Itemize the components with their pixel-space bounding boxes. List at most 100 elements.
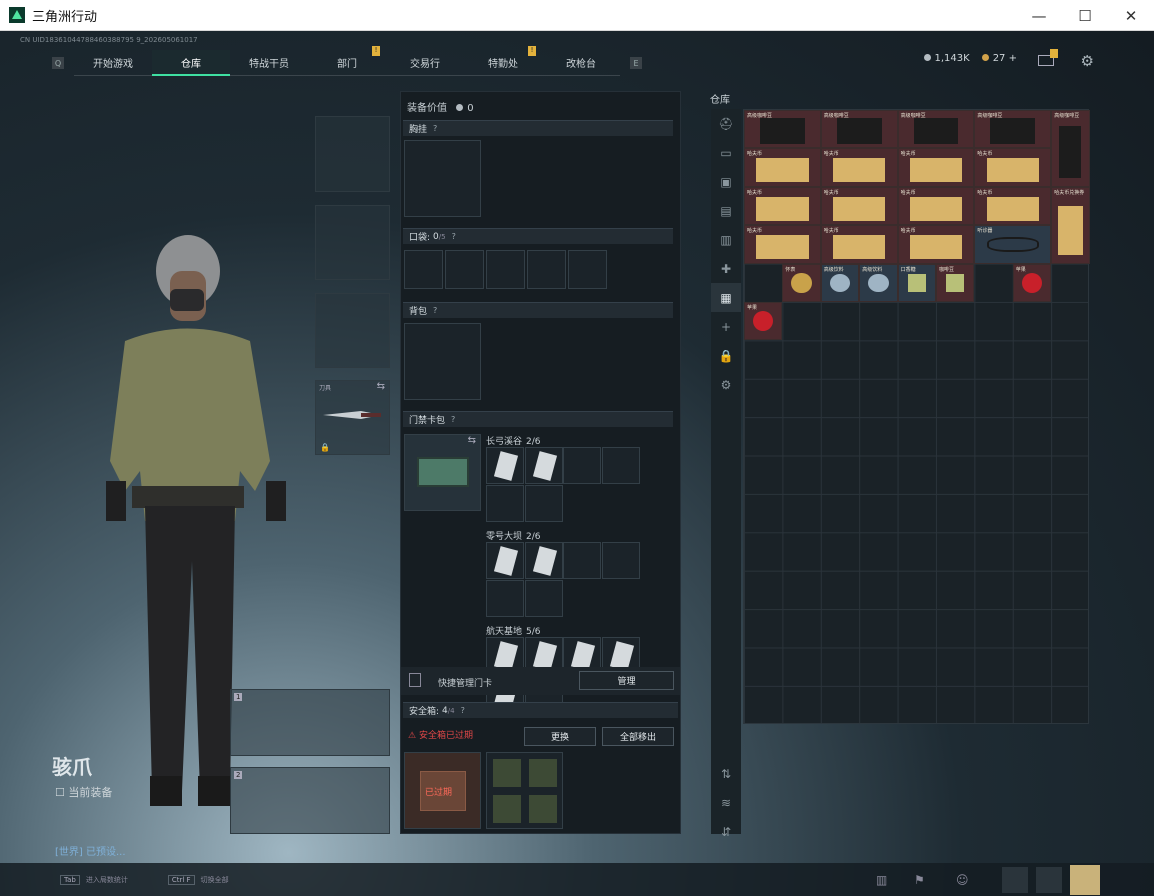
backpack-filter-icon[interactable]: ▤ <box>711 196 741 225</box>
help-icon[interactable]: ? <box>461 706 465 715</box>
helmet-slot[interactable] <box>315 116 390 192</box>
keycard-slot[interactable] <box>486 447 524 484</box>
armor-filter-icon[interactable]: ▣ <box>711 167 741 196</box>
keycard-slot[interactable] <box>601 542 640 579</box>
stash-item[interactable]: 高级咖啡豆 <box>1051 110 1090 187</box>
keycard-slot[interactable] <box>524 485 563 522</box>
current-equipment-toggle[interactable]: ☐ 当前装备 <box>55 784 112 800</box>
weapon-slot-1[interactable]: 1 <box>230 689 390 756</box>
keycard-slot[interactable] <box>486 580 524 617</box>
pistol-slot[interactable] <box>315 293 390 368</box>
stash-item[interactable]: 哈夫币 <box>820 225 898 264</box>
stash-item[interactable]: 怀表 <box>782 263 821 302</box>
stash-item[interactable]: 哈夫币 <box>744 148 821 187</box>
keycard-slot[interactable] <box>524 542 563 579</box>
tab-5[interactable]: 特勤处! <box>464 46 542 76</box>
stash-item[interactable]: 咖啡豆 <box>936 263 975 302</box>
stash-item[interactable]: 苹果 <box>744 302 783 341</box>
keycard-slot[interactable] <box>486 542 524 579</box>
stash-item[interactable]: 哈夫币 <box>974 186 1052 226</box>
coin-currency[interactable]: 27 + <box>981 53 1017 64</box>
friends-icon[interactable]: ☺ <box>956 873 969 887</box>
nav-next-key[interactable]: E <box>630 57 642 69</box>
arrange-icon[interactable]: ⇵ <box>711 817 741 846</box>
pocket-slot[interactable] <box>527 250 566 289</box>
pocket-slot[interactable] <box>445 250 484 289</box>
maximize-button[interactable]: ☐ <box>1062 0 1108 31</box>
keycard-slot[interactable] <box>563 542 601 579</box>
help-icon[interactable]: ? <box>452 232 456 241</box>
keycard-slot[interactable] <box>601 447 640 484</box>
stash-grid[interactable]: 高级咖啡豆 高级咖啡豆 高级咖啡豆 高级咖啡豆 高级咖啡豆 哈夫币 哈夫币 哈夫币 哈夫币 哈夫币… <box>743 109 1090 724</box>
helmet-filter-icon[interactable]: ⛑ <box>711 109 741 138</box>
stash-item[interactable]: 哈夫币 <box>897 148 975 187</box>
help-icon[interactable]: ? <box>433 124 437 133</box>
tab-2[interactable]: 特战干员 <box>230 50 308 76</box>
replace-safe-button[interactable]: 更换 <box>524 727 596 746</box>
add-icon[interactable]: + <box>711 312 741 341</box>
team-slot[interactable] <box>1002 866 1028 893</box>
safe-box-slot[interactable]: 已过期 <box>404 752 481 829</box>
keycard-slot[interactable] <box>524 580 563 617</box>
avatar[interactable] <box>1070 864 1100 895</box>
keycard-case-slot[interactable]: ⇆ <box>404 434 481 511</box>
help-icon[interactable]: ? <box>451 415 455 424</box>
knife-slot[interactable]: 刀具 ⇆ 🔒 <box>315 380 390 455</box>
lock-icon[interactable]: 🔒 <box>711 341 741 370</box>
tab-1[interactable]: 仓库 <box>152 50 230 76</box>
chest-rig-slot[interactable] <box>404 140 481 217</box>
tab-6[interactable]: 改枪台 <box>542 50 620 76</box>
stash-item[interactable]: 高级饮料 <box>820 263 860 302</box>
weapon-slot-2[interactable]: 2 <box>230 767 390 834</box>
weapon-filter-icon[interactable]: ▭ <box>711 138 741 167</box>
sort-icon[interactable]: ⇅ <box>711 759 741 788</box>
pocket-slot[interactable] <box>568 250 607 289</box>
world-chat-line[interactable]: [世界] 已预设... <box>55 843 126 858</box>
stash-item[interactable]: 哈夫币 <box>820 148 898 187</box>
stash-item[interactable]: 苹果 <box>1012 263 1052 302</box>
stash-item[interactable]: 哈夫币 <box>744 186 821 226</box>
move-all-button[interactable]: 全部移出 <box>602 727 674 746</box>
ammo-filter-icon[interactable]: ▥ <box>711 225 741 254</box>
collection-filter-icon[interactable]: ▦ <box>711 283 741 312</box>
tab-3[interactable]: 部门! <box>308 46 386 76</box>
swap-icon[interactable]: ⇆ <box>377 381 385 392</box>
add-coins-button[interactable]: + <box>1009 53 1017 64</box>
stash-item[interactable]: 哈夫币 <box>897 225 975 264</box>
swap-icon[interactable]: ⇆ <box>468 435 476 446</box>
stash-item[interactable]: 哈夫币 <box>974 148 1052 187</box>
tab-0[interactable]: 开始游戏 <box>74 50 152 76</box>
close-button[interactable]: ✕ <box>1108 0 1154 31</box>
safe-box-contents[interactable] <box>486 752 563 829</box>
pocket-slot[interactable] <box>404 250 443 289</box>
tab-4[interactable]: 交易行 <box>386 50 464 76</box>
layers-icon[interactable]: ≋ <box>711 788 741 817</box>
stats-icon[interactable]: ▥ <box>876 873 887 887</box>
stash-item[interactable]: 哈夫币兑换券 <box>1051 186 1090 264</box>
keycard-slot[interactable] <box>563 447 601 484</box>
keycard-slot[interactable] <box>486 485 524 522</box>
nav-prev-key[interactable]: Q <box>52 57 64 69</box>
stash-item[interactable]: 哈夫币 <box>820 186 898 226</box>
stash-item[interactable]: 听诊器 <box>974 225 1052 264</box>
flag-icon[interactable]: ⚑ <box>914 873 925 887</box>
medical-filter-icon[interactable]: ✚ <box>711 254 741 283</box>
settings-icon[interactable]: ⚙ <box>711 370 741 399</box>
stash-item[interactable]: 高级咖啡豆 <box>974 110 1052 149</box>
pocket-slot[interactable] <box>486 250 525 289</box>
backpack-slot[interactable] <box>404 323 481 400</box>
settings-gear-icon[interactable]: ⚙ <box>1081 52 1094 70</box>
help-icon[interactable]: ? <box>433 306 437 315</box>
stash-item[interactable]: 高级饮料 <box>859 263 898 302</box>
stash-item[interactable]: 高级咖啡豆 <box>897 110 975 149</box>
minimize-button[interactable]: — <box>1016 0 1062 31</box>
armor-slot[interactable] <box>315 205 390 280</box>
stash-item[interactable]: 高级咖啡豆 <box>744 110 821 149</box>
manage-keycards-button[interactable]: 管理 <box>579 671 674 690</box>
keycard-slot[interactable] <box>524 447 563 484</box>
stash-item[interactable]: 高级咖啡豆 <box>820 110 898 149</box>
team-slot[interactable] <box>1036 866 1062 893</box>
stash-item[interactable]: 口香糖 <box>897 263 936 302</box>
stash-item[interactable]: 哈夫币 <box>897 186 975 226</box>
stash-item[interactable]: 哈夫币 <box>744 225 821 264</box>
